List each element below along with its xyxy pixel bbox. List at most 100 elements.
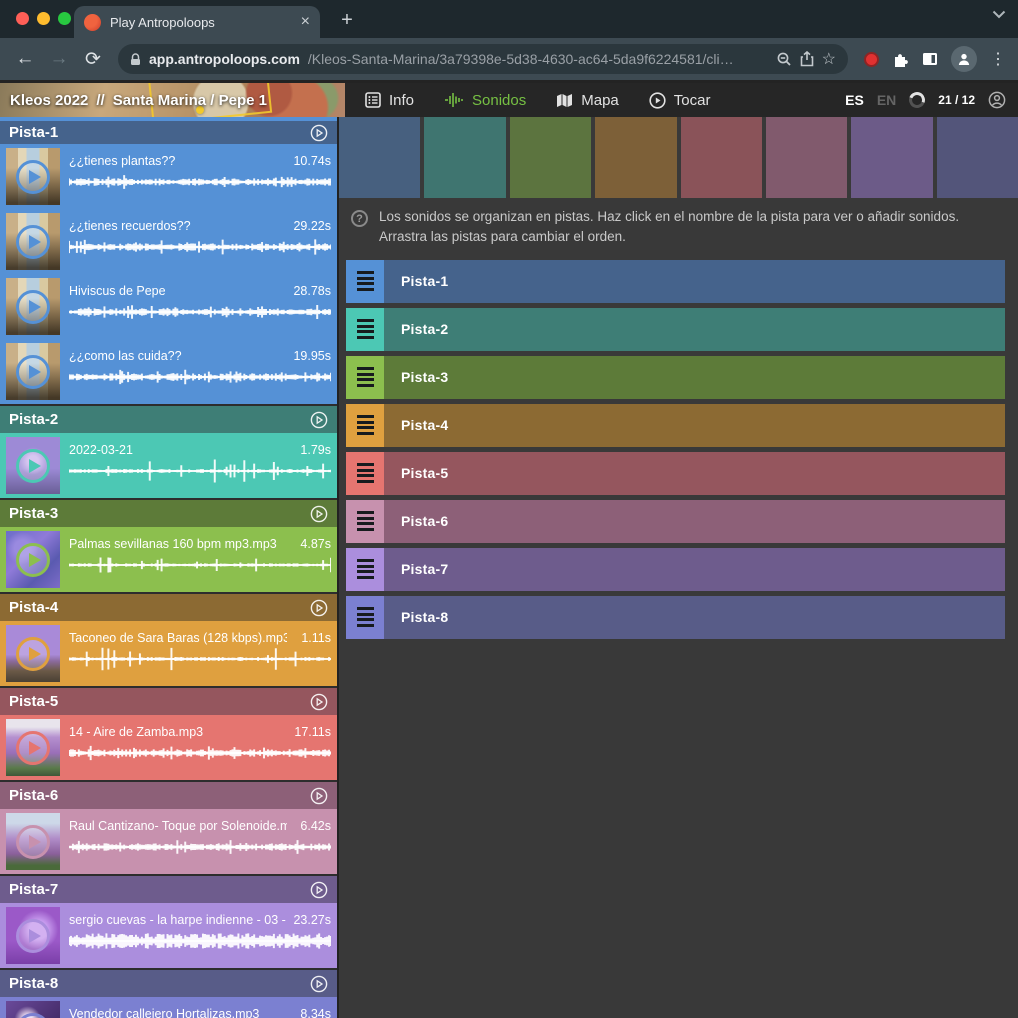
track-row-pista-3: Pista-3 [346, 356, 1005, 399]
drag-handle-icon[interactable] [346, 596, 384, 639]
clip-item[interactable]: Raul Cantizano- Toque por Solenoide.mp36… [0, 809, 337, 874]
lang-es-button[interactable]: ES [845, 92, 864, 108]
sidebar-track-header-pista-8[interactable]: Pista-8 [0, 970, 337, 997]
share-icon[interactable] [800, 51, 814, 67]
window-minimize-button[interactable] [37, 12, 50, 25]
track-play-button[interactable] [310, 787, 328, 805]
track-row-label: Pista-4 [401, 417, 448, 433]
breadcrumb-project[interactable]: Kleos 2022 [10, 92, 88, 109]
sidebar-track-header-pista-4[interactable]: Pista-4 [0, 594, 337, 621]
clip-item[interactable]: 14 - Aire de Zamba.mp317.11s [0, 715, 337, 780]
window-zoom-button[interactable] [58, 12, 71, 25]
clip-thumbnail[interactable] [6, 148, 60, 205]
waveform [69, 928, 331, 954]
nav-tab-info[interactable]: Info [365, 92, 414, 109]
zoom-icon[interactable] [776, 51, 792, 67]
clip-item[interactable]: ¿¿tienes recuerdos??29.22s [0, 209, 337, 274]
drag-handle-icon[interactable] [346, 404, 384, 447]
drag-handle-icon[interactable] [346, 356, 384, 399]
clip-thumbnail[interactable] [6, 907, 60, 964]
browser-menu-icon[interactable]: ⋮ [990, 49, 1006, 69]
browser-tab[interactable]: Play Antropoloops × [74, 6, 320, 38]
nav-tab-mapa[interactable]: Mapa [556, 92, 619, 109]
clip-item[interactable]: ¿¿tienes plantas??10.74s [0, 144, 337, 209]
clip-thumbnail[interactable] [6, 1001, 60, 1018]
track-row-button-pista-6[interactable]: Pista-6 [384, 500, 1005, 543]
track-play-button[interactable] [310, 411, 328, 429]
waveform [69, 740, 331, 766]
clip-thumbnail[interactable] [6, 531, 60, 588]
clip-thumbnail[interactable] [6, 625, 60, 682]
lock-icon [130, 53, 141, 66]
clip-info: Hiviscus de Pepe28.78s [69, 284, 331, 298]
clip-item[interactable]: Taconeo de Sara Baras (128 kbps).mp31.11… [0, 621, 337, 686]
sidebar-track-header-pista-2[interactable]: Pista-2 [0, 406, 337, 433]
sounds-panel: ? Los sonidos se organizan en pistas. Ha… [339, 117, 1018, 1018]
nav-tab-tocar[interactable]: Tocar [649, 92, 711, 109]
drag-handle-icon[interactable] [346, 308, 384, 351]
sidebar-track-header-pista-1[interactable]: Pista-1 [0, 117, 337, 144]
clip-item[interactable]: sergio cuevas - la harpe indienne - 03 -… [0, 903, 337, 968]
new-tab-button[interactable]: + [334, 8, 360, 34]
clip-thumbnail[interactable] [6, 213, 60, 270]
clip-item[interactable]: Vendedor callejero Hortalizas.mp38.34s [0, 997, 337, 1018]
track-row-button-pista-1[interactable]: Pista-1 [384, 260, 1005, 303]
track-row-button-pista-5[interactable]: Pista-5 [384, 452, 1005, 495]
track-row-pista-1: Pista-1 [346, 260, 1005, 303]
track-row-pista-5: Pista-5 [346, 452, 1005, 495]
track-row-button-pista-7[interactable]: Pista-7 [384, 548, 1005, 591]
track-play-button[interactable] [310, 881, 328, 899]
track-row-button-pista-8[interactable]: Pista-8 [384, 596, 1005, 639]
tab-close-icon[interactable]: × [301, 14, 310, 30]
clip-thumbnail[interactable] [6, 813, 60, 870]
drag-handle-icon[interactable] [346, 260, 384, 303]
clip-item[interactable]: Hiviscus de Pepe28.78s [0, 274, 337, 339]
clip-item[interactable]: 2022-03-211.79s [0, 433, 337, 498]
track-row-button-pista-3[interactable]: Pista-3 [384, 356, 1005, 399]
window-close-button[interactable] [16, 12, 29, 25]
tab-search-chevron-icon[interactable] [992, 10, 1006, 19]
waveform [69, 458, 331, 484]
clip-thumbnail[interactable] [6, 719, 60, 776]
track-play-button[interactable] [310, 693, 328, 711]
back-button[interactable]: ← [12, 48, 38, 70]
account-icon[interactable] [988, 91, 1006, 109]
clip-thumbnail[interactable] [6, 437, 60, 494]
clip-thumbnail[interactable] [6, 278, 60, 335]
drag-handle-icon[interactable] [346, 500, 384, 543]
sidebar-track-name: Pista-2 [9, 411, 58, 428]
lang-en-button[interactable]: EN [877, 92, 896, 108]
drag-handle-icon[interactable] [346, 548, 384, 591]
track-row-button-pista-2[interactable]: Pista-2 [384, 308, 1005, 351]
track-play-button[interactable] [310, 599, 328, 617]
track-color-swatch-pista-4 [595, 117, 676, 198]
address-bar[interactable]: app.antropoloops.com /Kleos-Santa-Marina… [118, 44, 848, 74]
forward-button[interactable]: → [46, 48, 72, 70]
sidebar-track-header-pista-3[interactable]: Pista-3 [0, 500, 337, 527]
extensions-puzzle-icon[interactable] [892, 51, 909, 68]
sidebar-track-header-pista-5[interactable]: Pista-5 [0, 688, 337, 715]
side-panel-icon[interactable] [922, 52, 938, 66]
drag-handle-icon[interactable] [346, 452, 384, 495]
track-row-button-pista-4[interactable]: Pista-4 [384, 404, 1005, 447]
sidebar-track-pista-1: Pista-1¿¿tienes plantas??10.74s ¿¿tienes … [0, 117, 337, 404]
reload-button[interactable]: ⟳ [80, 48, 106, 71]
clip-item[interactable]: Palmas sevillanas 160 bpm mp3.mp34.87s [0, 527, 337, 592]
waveform [69, 299, 331, 325]
browser-profile-avatar[interactable] [951, 46, 977, 72]
track-play-button[interactable] [310, 975, 328, 993]
record-extension-icon[interactable] [864, 52, 879, 67]
clip-item[interactable]: ¿¿como las cuida??19.95s [0, 339, 337, 404]
track-play-button[interactable] [310, 124, 328, 142]
bookmark-star-icon[interactable]: ☆ [822, 49, 836, 69]
clip-duration: 29.22s [293, 219, 331, 233]
clip-thumbnail[interactable] [6, 343, 60, 400]
sidebar-track-header-pista-6[interactable]: Pista-6 [0, 782, 337, 809]
breadcrumb[interactable]: Kleos 2022 // Santa Marina / Pepe 1 [0, 83, 345, 117]
sidebar-track-header-pista-7[interactable]: Pista-7 [0, 876, 337, 903]
clip-play-triangle-icon [29, 300, 41, 314]
nav-tab-sonidos[interactable]: Sonidos [444, 92, 526, 109]
clip-play-triangle-icon [29, 235, 41, 249]
clip-info: ¿¿tienes recuerdos??29.22s [69, 219, 331, 233]
track-play-button[interactable] [310, 505, 328, 523]
